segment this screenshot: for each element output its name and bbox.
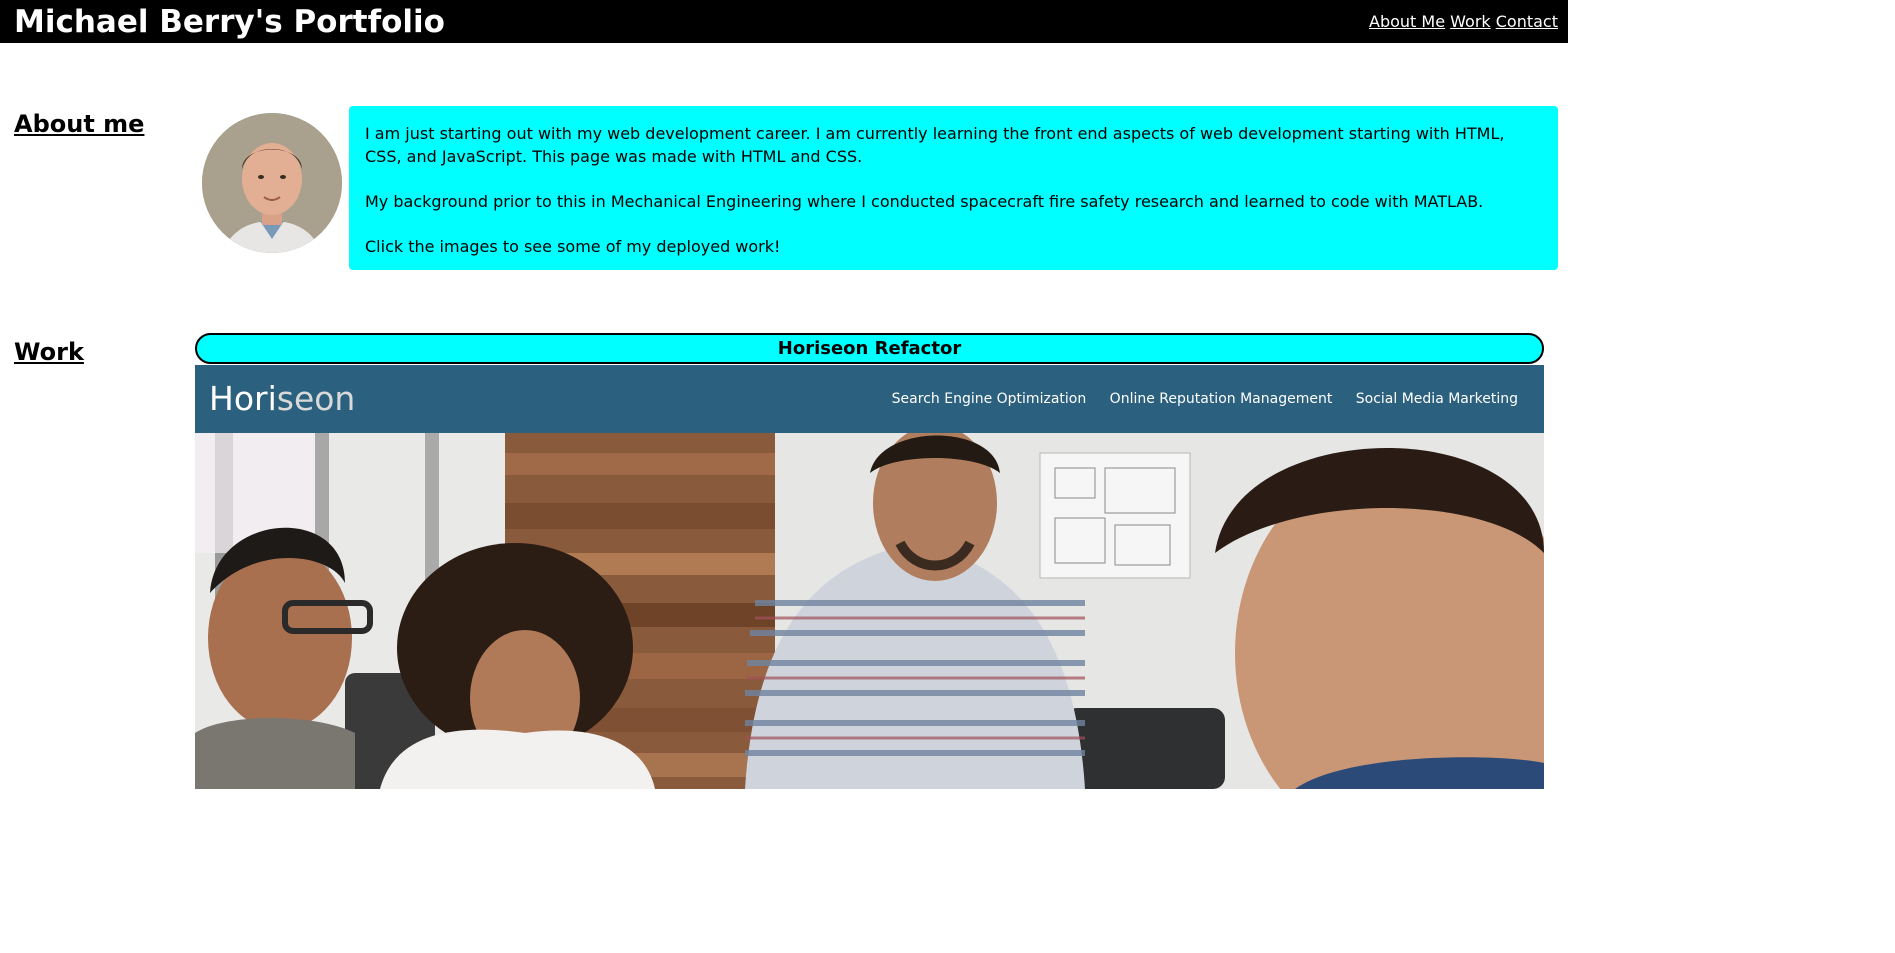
about-me-heading: About me — [14, 110, 145, 138]
horiseon-nav-item: Social Media Marketing — [1355, 391, 1518, 407]
profile-photo-image — [202, 113, 342, 253]
bio-paragraph: My background prior to this in Mechanica… — [365, 191, 1484, 211]
top-nav: About Me Work Contact — [1369, 12, 1558, 32]
horiseon-nav: Search Engine Optimization Online Reputa… — [873, 389, 1518, 409]
nav-link-contact[interactable]: Contact — [1496, 12, 1558, 31]
site-title: Michael Berry's Portfolio — [14, 4, 445, 40]
horiseon-logo-part2: seon — [276, 379, 356, 418]
work-heading: Work — [14, 338, 84, 366]
top-header-bar: Michael Berry's Portfolio About Me Work … — [0, 0, 1568, 43]
horiseon-header: Horiseon Search Engine Optimization Onli… — [195, 365, 1544, 433]
horiseon-hero-image — [195, 433, 1544, 789]
project-title-horiseon-refactor[interactable]: Horiseon Refactor — [195, 333, 1544, 364]
nav-link-about-me[interactable]: About Me — [1369, 12, 1445, 31]
horiseon-nav-item: Online Reputation Management — [1109, 391, 1333, 407]
nav-link-work[interactable]: Work — [1450, 12, 1491, 31]
horiseon-logo: Horiseon — [209, 379, 355, 419]
bio-paragraph: Click the images to see some of my deplo… — [365, 236, 781, 256]
horiseon-logo-part1: Hori — [209, 379, 277, 418]
bio-paragraph: I am just starting out with my web devel… — [365, 124, 1505, 166]
project-screenshot-horiseon[interactable]: Horiseon Search Engine Optimization Onli… — [195, 365, 1544, 789]
profile-photo — [202, 113, 342, 253]
horiseon-nav-item: Search Engine Optimization — [891, 391, 1087, 407]
about-me-bio: I am just starting out with my web devel… — [349, 106, 1558, 270]
